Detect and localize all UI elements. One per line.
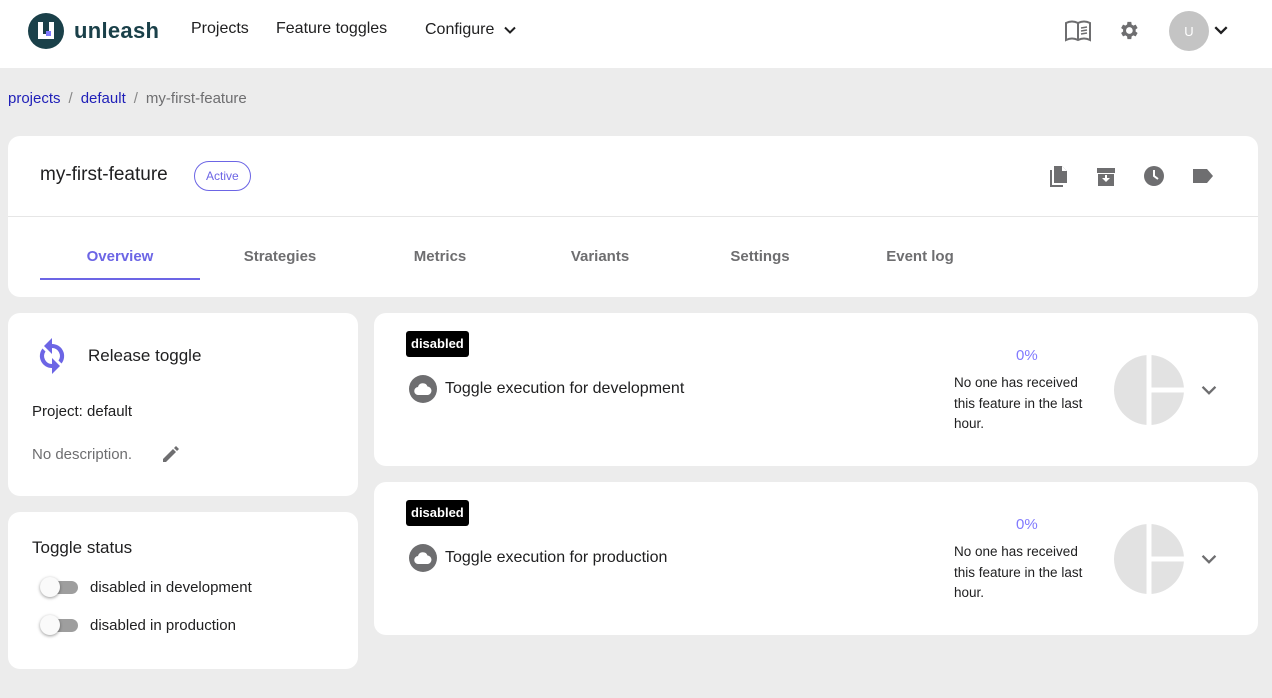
archive-icon[interactable]: [1096, 167, 1116, 187]
nav-projects[interactable]: Projects: [191, 20, 249, 38]
unleash-logo-icon: [28, 13, 64, 49]
tag-icon[interactable]: [1192, 168, 1214, 184]
active-tab-indicator: [40, 278, 200, 280]
tab-metrics[interactable]: Metrics: [360, 248, 520, 265]
feature-header-card: my-first-feature Active Overview Strateg…: [8, 136, 1258, 297]
feature-type-label: Release toggle: [88, 346, 202, 365]
development-toggle-switch[interactable]: [40, 576, 78, 598]
cloud-icon: [409, 544, 437, 572]
feature-info-panel: Release toggle Project: default No descr…: [8, 313, 358, 496]
cloud-icon: [409, 375, 437, 403]
status-badge: Active: [194, 161, 251, 191]
avatar-initial: U: [1184, 23, 1194, 39]
breadcrumb-link-default[interactable]: default: [81, 90, 126, 107]
logo-text: unleash: [74, 18, 160, 43]
environment-card-production: disabled Toggle execution for production…: [374, 482, 1258, 635]
tab-settings[interactable]: Settings: [680, 248, 840, 265]
nav-feature-toggles[interactable]: Feature toggles: [276, 20, 387, 38]
breadcrumb-current: my-first-feature: [145, 90, 247, 107]
documentation-book-icon[interactable]: [1065, 20, 1091, 42]
settings-gear-icon[interactable]: [1117, 19, 1140, 42]
history-clock-icon[interactable]: [1143, 165, 1165, 187]
toggle-status-label: disabled in production: [90, 616, 236, 634]
card-divider: [8, 216, 1258, 217]
tab-strategies[interactable]: Strategies: [200, 248, 360, 265]
toggle-status-label: disabled in development: [90, 578, 252, 596]
breadcrumb-separator: /: [68, 90, 73, 107]
description-text: No description.: [32, 446, 133, 463]
edit-pencil-icon[interactable]: [161, 444, 181, 464]
toggle-status-row: disabled in production: [40, 614, 236, 636]
toggle-status-panel: Toggle status disabled in development di…: [8, 512, 358, 669]
env-name: Toggle execution for production: [445, 549, 668, 566]
feature-name-title: my-first-feature: [40, 164, 168, 185]
env-metrics-info: No one has received this feature in the …: [954, 375, 1083, 431]
pie-chart-icon: [1114, 524, 1184, 594]
project-label: Project: default: [32, 403, 133, 420]
unleash-logo[interactable]: unleash: [28, 13, 159, 49]
toggle-status-title: Toggle status: [32, 538, 133, 557]
user-avatar[interactable]: U: [1169, 11, 1209, 51]
env-percentage: 0%: [1016, 347, 1038, 364]
chevron-down-icon: [504, 26, 516, 34]
tab-overview[interactable]: Overview: [40, 248, 200, 265]
release-toggle-sync-icon: [39, 338, 65, 374]
top-navigation-bar: unleash Projects Feature toggles Configu…: [0, 0, 1272, 68]
env-status-badge: disabled: [406, 331, 469, 357]
tab-event-log[interactable]: Event log: [840, 248, 1000, 265]
copy-icon[interactable]: [1048, 165, 1069, 188]
production-toggle-switch[interactable]: [40, 614, 78, 636]
nav-configure-label: Configure: [425, 21, 495, 38]
pie-chart-icon: [1114, 355, 1184, 425]
environment-card-development: disabled Toggle execution for developmen…: [374, 313, 1258, 466]
env-status-badge: disabled: [406, 500, 469, 526]
tab-variants[interactable]: Variants: [520, 248, 680, 265]
chevron-down-icon[interactable]: [1213, 22, 1229, 38]
env-metrics-info: No one has received this feature in the …: [954, 544, 1083, 600]
expand-chevron-icon[interactable]: [1200, 381, 1218, 399]
expand-chevron-icon[interactable]: [1200, 550, 1218, 568]
env-percentage: 0%: [1016, 516, 1038, 533]
nav-configure[interactable]: Configure: [425, 21, 517, 39]
breadcrumb-link-projects[interactable]: projects: [8, 90, 61, 107]
env-name: Toggle execution for development: [445, 380, 685, 397]
breadcrumb: projects / default / my-first-feature: [8, 90, 247, 107]
breadcrumb-separator: /: [133, 90, 138, 107]
toggle-status-row: disabled in development: [40, 576, 252, 598]
